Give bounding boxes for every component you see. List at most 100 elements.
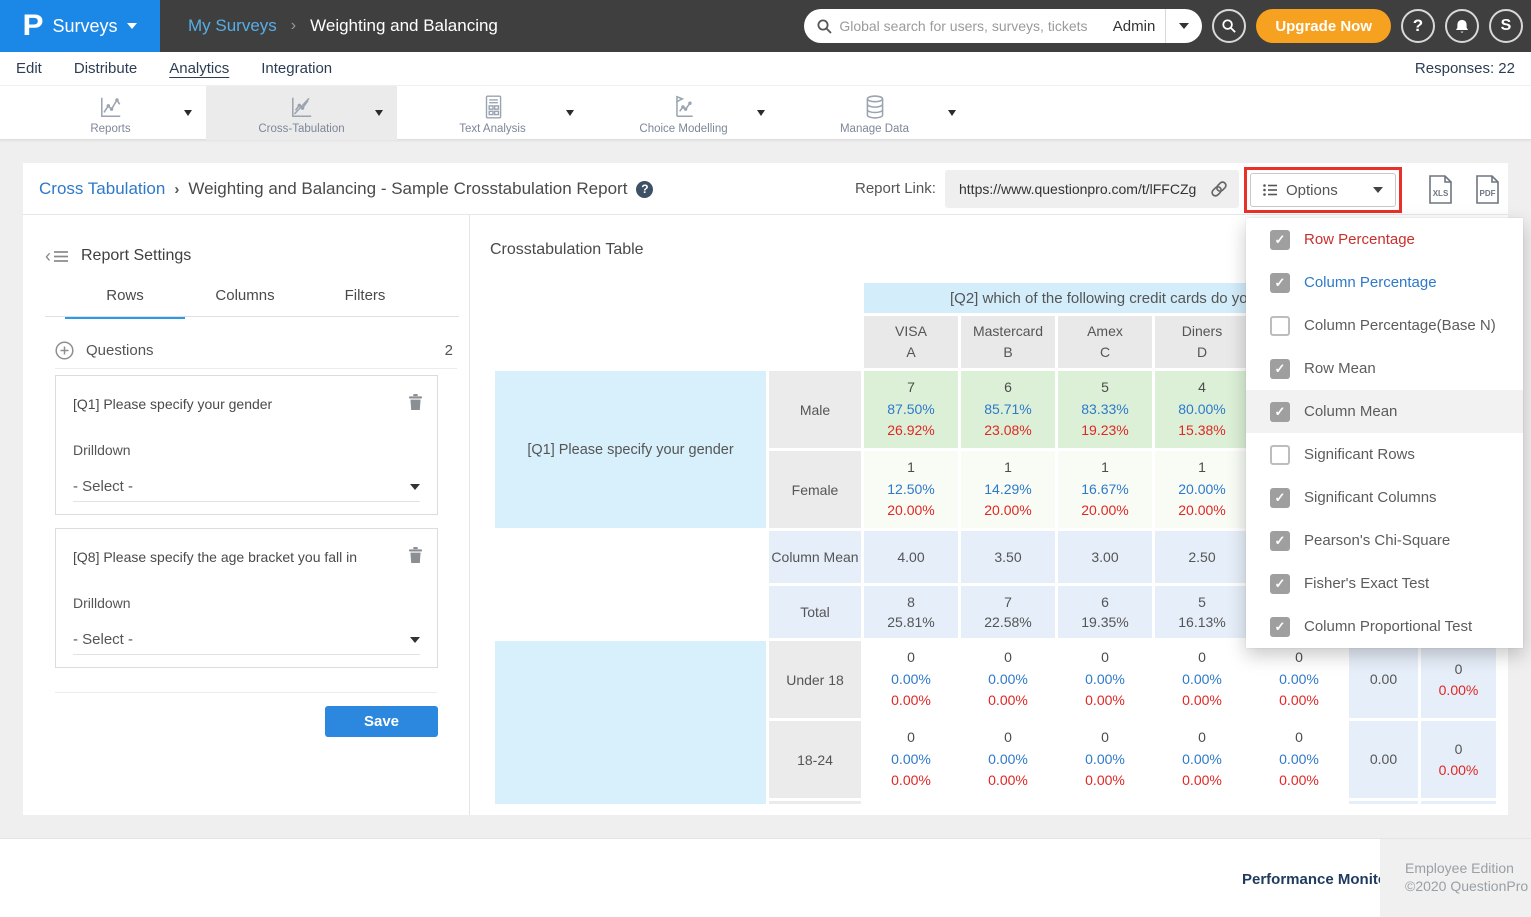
footer: Performance Monitor Employee Edition ©20… <box>0 838 1531 917</box>
menu-item-row-percentage[interactable]: Row Percentage <box>1246 218 1523 261</box>
question-mark-icon: ? <box>1413 16 1423 36</box>
nav-items: Edit Distribute Analytics Integration <box>16 60 332 77</box>
crosstab-row-label: Male <box>769 371 861 448</box>
options-button[interactable]: Options <box>1250 173 1396 207</box>
questionpro-logo: P <box>23 9 44 43</box>
tab-rows[interactable]: Rows <box>65 287 185 319</box>
menu-item-label: Column Percentage(Base N) <box>1304 317 1496 334</box>
search-input[interactable] <box>833 18 1102 34</box>
questions-label: Questions <box>86 342 154 359</box>
drilldown-select[interactable]: - Select - <box>73 472 420 502</box>
chevron-down-icon <box>1373 187 1383 193</box>
product-switcher[interactable]: P Surveys <box>0 0 160 52</box>
xls-icon: XLS <box>1428 175 1453 204</box>
checked-checkbox-icon <box>1270 574 1290 594</box>
scope-caret-button[interactable] <box>1166 9 1202 43</box>
menu-item-column-percentage[interactable]: Column Percentage <box>1246 261 1523 304</box>
crosstab-cell <box>495 531 766 583</box>
avatar[interactable]: S <box>1489 9 1523 43</box>
nav-item-analytics[interactable]: Analytics <box>169 60 229 77</box>
tool-manage-data[interactable]: Manage Data <box>779 86 970 140</box>
performance-monitor-link[interactable]: Performance Monitor <box>1242 871 1393 888</box>
menu-item-fisher-s-exact-test[interactable]: Fisher's Exact Test <box>1246 562 1523 605</box>
crosstab-cell <box>495 586 766 638</box>
plus-circle-icon[interactable] <box>55 341 74 360</box>
tab-filters[interactable]: Filters <box>305 287 425 319</box>
crosstab-row-label: 18-24 <box>769 721 861 798</box>
tool-reports[interactable]: Reports <box>15 86 206 140</box>
text-analysis-icon <box>481 92 505 120</box>
menu-item-label: Significant Columns <box>1304 489 1437 506</box>
breadcrumb-separator-icon: › <box>291 17 296 35</box>
save-button[interactable]: Save <box>325 706 438 737</box>
crosstab-cell: 114.29%20.00% <box>961 451 1055 528</box>
crosstab-row-label: Column Mean <box>769 531 861 583</box>
link-icon[interactable] <box>1209 179 1229 199</box>
menu-item-label: Fisher's Exact Test <box>1304 575 1429 592</box>
crosstab-cell: 722.58% <box>961 586 1055 638</box>
crosstab-col-header: MastercardB <box>961 316 1055 368</box>
chevron-down-icon[interactable] <box>375 110 383 116</box>
report-link-label: Report Link: <box>855 180 936 197</box>
tab-columns[interactable]: Columns <box>185 287 305 319</box>
nav-item-edit[interactable]: Edit <box>16 60 42 77</box>
delete-question-button[interactable] <box>408 546 423 569</box>
menu-item-row-mean[interactable]: Row Mean <box>1246 347 1523 390</box>
menu-item-significant-rows[interactable]: Significant Rows <box>1246 433 1523 476</box>
crosstab-question-label: [Q1] Please specify your gender <box>495 371 766 528</box>
collapse-panel-button[interactable]: ‹ <box>45 247 69 265</box>
menu-item-label: Column Mean <box>1304 403 1397 420</box>
select-value: - Select - <box>73 631 133 648</box>
chevron-down-icon[interactable] <box>566 110 574 116</box>
notifications-button[interactable] <box>1445 9 1479 43</box>
crosstab-cell: 516.13% <box>1155 586 1249 638</box>
global-search: Admin <box>804 9 1202 43</box>
breadcrumb-my-surveys[interactable]: My Surveys <box>188 16 277 36</box>
menu-item-pearson-s-chi-square[interactable]: Pearson's Chi-Square <box>1246 519 1523 562</box>
crosstab-row-label: Under 18 <box>769 641 861 718</box>
search-scope[interactable]: Admin <box>1103 18 1166 35</box>
menu-item-column-proportional-test[interactable]: Column Proportional Test <box>1246 605 1523 648</box>
menu-item-column-percentage-base-n[interactable]: Column Percentage(Base N) <box>1246 304 1523 347</box>
crosstab-cell: 3.00 <box>1058 531 1152 583</box>
report-url-box[interactable]: https://www.questionpro.com/t/lFFCZg <box>945 170 1239 208</box>
questions-row: Questions 2 <box>55 333 457 369</box>
menu-item-significant-columns[interactable]: Significant Columns <box>1246 476 1523 519</box>
export-xls-button[interactable]: XLS <box>1428 175 1453 209</box>
chevron-down-icon[interactable] <box>948 110 956 116</box>
crosstab-cell: 00.00%0.00% <box>1058 641 1152 718</box>
crosstab-cell: 0.00 <box>1349 641 1418 718</box>
crosstab-cell <box>1252 801 1346 804</box>
help-button[interactable]: ? <box>1401 9 1435 43</box>
delete-question-button[interactable] <box>408 393 423 416</box>
checked-checkbox-icon <box>1270 488 1290 508</box>
crosstab-chart-icon <box>289 92 315 120</box>
search-button[interactable] <box>1212 9 1246 43</box>
product-name: Surveys <box>52 16 117 37</box>
nav-item-integration[interactable]: Integration <box>261 60 332 77</box>
drilldown-select[interactable]: - Select - <box>73 625 420 655</box>
tool-text-analysis[interactable]: Text Analysis <box>397 86 588 140</box>
tool-label: Cross-Tabulation <box>258 123 344 135</box>
menu-item-column-mean[interactable]: Column Mean <box>1246 390 1523 433</box>
chevron-down-icon[interactable] <box>184 110 192 116</box>
report-help-icon[interactable]: ? <box>636 181 653 198</box>
report-url[interactable]: https://www.questionpro.com/t/lFFCZg <box>959 181 1209 197</box>
checked-checkbox-icon <box>1270 230 1290 250</box>
topbar-actions: Admin Upgrade Now ? S <box>804 9 1531 43</box>
tool-cross-tabulation[interactable]: Cross-Tabulation <box>206 86 397 140</box>
copyright-text: ©2020 QuestionPro <box>1405 878 1531 896</box>
export-pdf-button[interactable]: PDF <box>1475 175 1500 209</box>
nav-item-distribute[interactable]: Distribute <box>74 60 137 77</box>
menu-item-label: Column Proportional Test <box>1304 618 1472 635</box>
crosstab-cell: 3.50 <box>961 531 1055 583</box>
question-card: [Q8] Please specify the age bracket you … <box>55 528 438 668</box>
report-breadcrumb: Cross Tabulation › Weighting and Balanci… <box>39 163 653 215</box>
cross-tabulation-link[interactable]: Cross Tabulation <box>39 179 165 199</box>
crosstab-cell: 0.00 <box>1349 721 1418 798</box>
crosstab-cell <box>769 801 861 804</box>
upgrade-now-button[interactable]: Upgrade Now <box>1256 9 1391 43</box>
tool-choice-modelling[interactable]: Choice Modelling <box>588 86 779 140</box>
responses-count: Responses: 22 <box>1415 60 1515 77</box>
chevron-down-icon[interactable] <box>757 110 765 116</box>
